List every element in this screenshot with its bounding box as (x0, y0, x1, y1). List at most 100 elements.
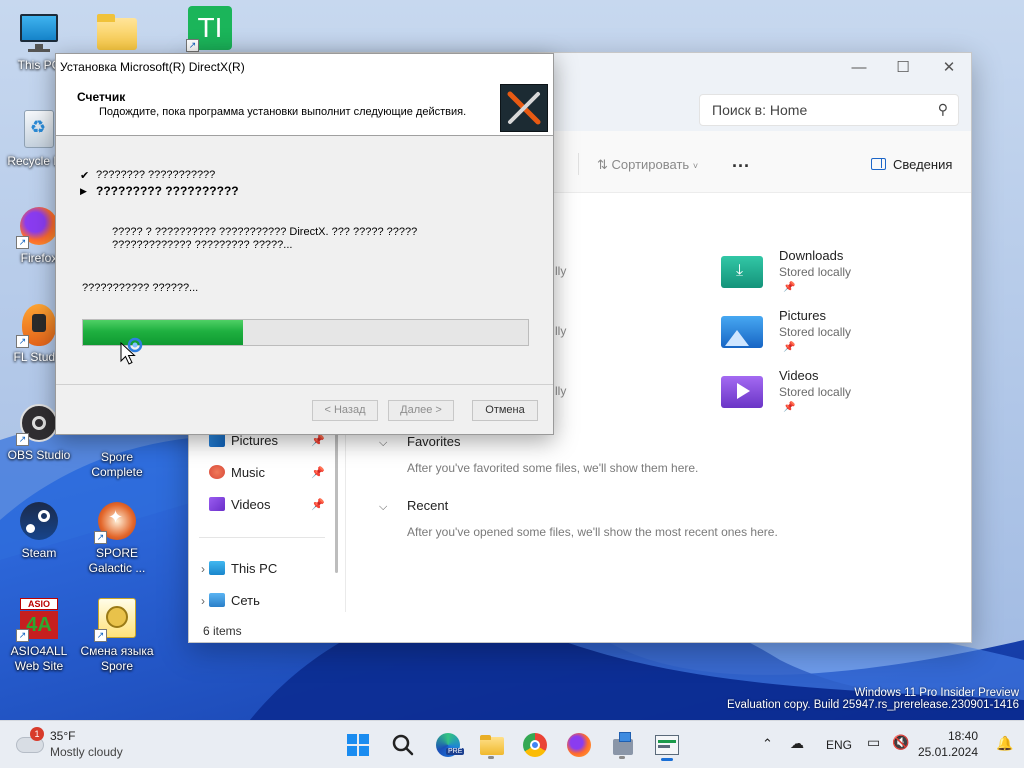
desktop-icon-asio4all[interactable]: ASIO 4A ↗ ASIO4ALL Web Site (0, 596, 78, 674)
dialog-header-title: Счетчик (77, 90, 126, 104)
desktop-icon-folder[interactable] (78, 10, 156, 58)
edge-beta-icon[interactable]: PRE (432, 729, 465, 761)
clock-time: 18:40 (947, 729, 978, 743)
shortcut-arrow-icon: ↗ (16, 433, 29, 446)
setup-description: ????? ? ?????????? ??????????? DirectX. … (112, 226, 432, 252)
close-icon[interactable]: ✕ (927, 57, 971, 79)
chevron-right-icon[interactable]: › (201, 589, 205, 613)
details-button[interactable]: Сведения (871, 157, 952, 172)
cancel-button[interactable]: Отмена (472, 400, 538, 421)
input-language[interactable]: ENG (826, 738, 852, 752)
next-button[interactable]: Далее > (388, 400, 454, 421)
search-placeholder: Поиск в: Home (712, 102, 808, 118)
show-hidden-icons[interactable]: ⌃ (762, 736, 773, 752)
desktop-icon-ti[interactable]: TI ↗ (156, 6, 234, 54)
quick-access-sub: Stored locally (779, 385, 852, 399)
dialog-title[interactable]: Установка Microsoft(R) DirectX(R) (56, 54, 553, 80)
chevron-right-icon[interactable]: › (201, 557, 205, 581)
recent-title: Recent (407, 498, 449, 513)
weather-temperature: 35°F (50, 729, 76, 743)
more-options-button[interactable]: ... (732, 151, 750, 172)
installer-icon[interactable] (607, 729, 639, 761)
nav-item-videos[interactable]: Videos 📌 (209, 493, 329, 517)
desktop-icon-label: ASIO4ALL Web Site (10, 644, 68, 673)
pictures-folder-icon (721, 312, 765, 348)
directx-logo-icon (500, 84, 548, 132)
desktop-icon-label: Смена языка Spore (80, 644, 154, 673)
shortcut-arrow-icon: ↗ (16, 335, 29, 348)
back-button[interactable]: < Назад (312, 400, 378, 421)
checkmark-icon: ✔ (80, 170, 90, 182)
folder-icon (94, 10, 140, 56)
details-pane-icon (871, 158, 886, 170)
sort-button[interactable]: ⇅ Сортировать ˅ (597, 157, 698, 173)
shortcut-arrow-icon: ↗ (16, 236, 29, 249)
description-line: ????? ? ?????????? ??????????? DirectX. … (112, 226, 418, 238)
steam-icon (16, 498, 62, 544)
shortcut-arrow-icon: ↗ (186, 39, 199, 52)
recent-section-header[interactable]: ⌵ Recent (379, 498, 448, 514)
chevron-down-icon: ˅ (692, 161, 699, 171)
nav-item-music[interactable]: Music 📌 (209, 461, 329, 485)
nav-item-label: Videos (231, 497, 271, 512)
taskbar-file-explorer-icon[interactable] (476, 729, 508, 761)
maximize-icon[interactable]: ☐ (881, 57, 925, 79)
dialog-header-subtitle: Подождите, пока программа установки выпо… (99, 106, 467, 118)
display-icon[interactable]: ▭ (867, 734, 880, 751)
favorites-section-header[interactable]: ⌵ Favorites (379, 434, 460, 450)
setup-step-done: ✔ ???????? ??????????? (80, 169, 215, 182)
start-button[interactable] (342, 729, 374, 761)
minimize-icon[interactable]: — (837, 57, 881, 79)
watermark-line: Evaluation copy. Build 25947.rs_prerelea… (727, 699, 1019, 711)
sort-icon: ⇅ (597, 157, 608, 172)
clock[interactable]: 18:40 25.01.2024 (918, 728, 978, 760)
taskbar: 1 35°F Mostly cloudy PRE ⌃ ☁ ENG ▭ 🔇 18:… (0, 720, 1024, 768)
favorites-empty-text: After you've favorited some files, we'll… (407, 461, 699, 475)
taskbar-search-icon[interactable] (387, 729, 419, 761)
network-icon (209, 593, 225, 607)
desktop-icon-spore-complete[interactable]: Spore Complete (78, 436, 156, 480)
taskbar-firefox-icon[interactable] (563, 729, 595, 761)
partial-sub-text: lly (555, 264, 567, 278)
chevron-down-icon: ⌵ (379, 501, 388, 513)
evaluation-watermark: Windows 11 Pro Insider Preview Evaluatio… (727, 687, 1019, 711)
running-indicator (488, 756, 494, 759)
directx-setup-taskbar-icon[interactable] (651, 729, 683, 761)
pin-icon: 📌 (311, 467, 325, 479)
chrome-icon[interactable] (519, 729, 551, 761)
network-offline-icon[interactable]: ☁ (790, 735, 804, 752)
desktop-icon-label: Steam (21, 546, 57, 560)
weather-badge: 1 (30, 727, 44, 741)
weather-widget[interactable]: 1 35°F Mostly cloudy (14, 727, 154, 763)
desktop-icon-spore-language[interactable]: ↗ Смена языка Spore (78, 596, 156, 674)
windows-logo-icon (347, 734, 369, 756)
music-icon (209, 465, 225, 479)
desktop-icon-steam[interactable]: Steam (0, 498, 78, 561)
partial-sub-text: lly (555, 324, 567, 338)
setup-step-current: ▶ ????????? ?????????? (80, 184, 239, 198)
desktop-icon-label: SPORE Galactic ... (88, 546, 146, 575)
search-input[interactable]: Поиск в: Home ⚲ (699, 94, 959, 126)
quick-access-name: Pictures (779, 308, 826, 323)
shortcut-arrow-icon: ↗ (94, 531, 107, 544)
sort-label: Сортировать (611, 157, 690, 172)
busy-cursor-icon (120, 335, 148, 365)
progress-fill (83, 320, 244, 345)
search-icon[interactable]: ⚲ (938, 101, 948, 118)
nav-divider (199, 537, 325, 538)
setup-step-label: ????????? ?????????? (96, 184, 239, 198)
ti-app-icon: TI ↗ (172, 6, 232, 52)
running-indicator (619, 756, 625, 759)
nav-item-this-pc[interactable]: › This PC (201, 557, 329, 581)
nav-item-network[interactable]: › Сеть (201, 589, 329, 613)
videos-icon (209, 497, 225, 511)
desktop-icon-spore-galactic[interactable]: ✦ ↗ SPORE Galactic ... (78, 498, 156, 576)
volume-muted-icon[interactable]: 🔇 (892, 734, 909, 751)
setup-progress-bar (82, 319, 529, 346)
details-label: Сведения (893, 157, 953, 172)
command-separator (578, 153, 579, 175)
notification-bell-icon[interactable]: 🔔 (996, 735, 1013, 752)
weather-condition: Mostly cloudy (50, 745, 123, 759)
description-line: ????????????? ????????? ?????... (112, 239, 293, 251)
disc-setup-icon: ↗ (94, 596, 140, 642)
